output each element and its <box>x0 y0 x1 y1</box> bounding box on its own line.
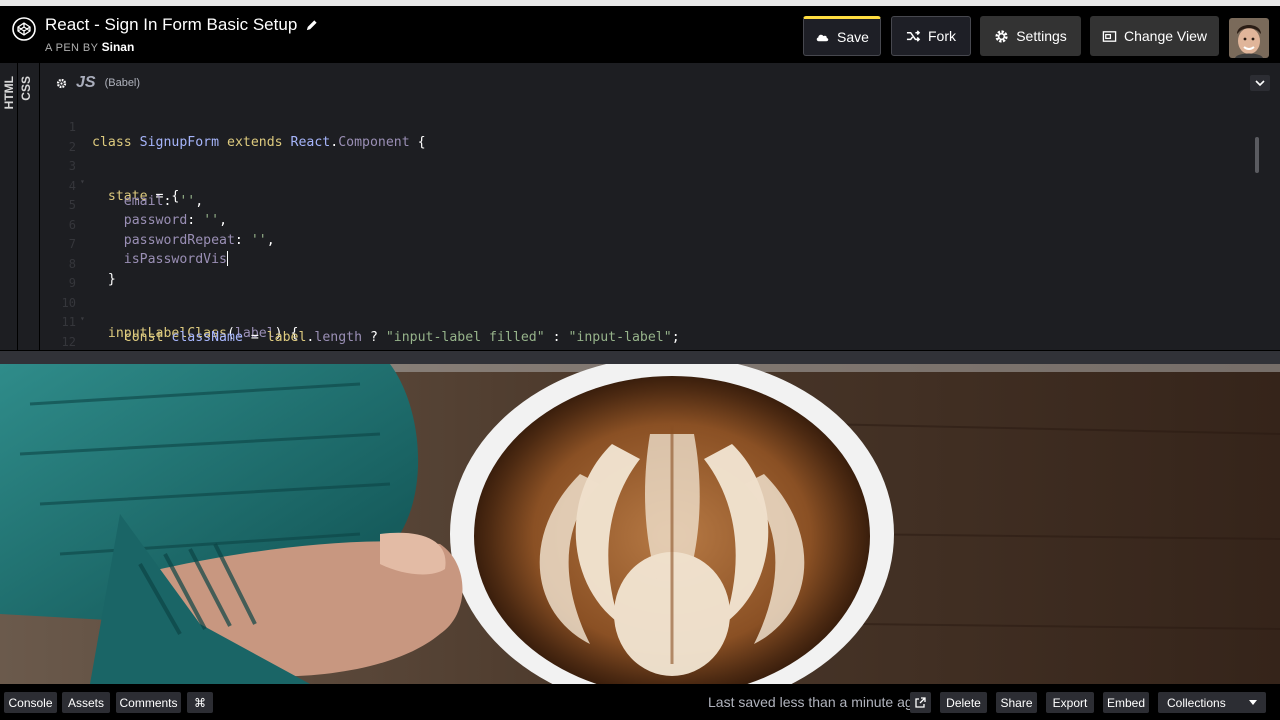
embed-button[interactable]: Embed <box>1103 692 1149 713</box>
code-line: 4 email: '', <box>40 162 1265 209</box>
editor-settings-icon[interactable] <box>56 78 67 89</box>
console-button[interactable]: Console <box>4 692 57 713</box>
tab-js[interactable]: JS (Babel) <box>56 68 236 98</box>
caret-down-icon <box>1249 700 1257 705</box>
codepen-logo-icon[interactable] <box>12 17 36 41</box>
code-line: 8 } <box>40 240 1265 287</box>
cloud-icon <box>816 34 829 41</box>
code-line: 5 password: '', <box>40 181 1265 228</box>
code-line: 6 passwordRepeat: '', <box>40 201 1265 248</box>
fork-icon <box>906 29 921 42</box>
rail-divider <box>17 63 18 356</box>
collections-dropdown[interactable]: Collections <box>1158 692 1266 713</box>
fork-button[interactable]: Fork <box>891 16 971 56</box>
editor-resize-bar[interactable] <box>0 350 1280 364</box>
collections-label: Collections <box>1167 695 1226 710</box>
tab-css[interactable]: CSS <box>19 76 33 101</box>
share-button[interactable]: Share <box>996 692 1037 713</box>
code-line: 2 <box>40 123 1265 154</box>
code-line: 11 const className = label.length ? "inp… <box>40 298 1265 345</box>
code-line: 1 class SignupForm extends React.Compone… <box>40 103 1265 150</box>
pencil-icon[interactable] <box>305 19 318 32</box>
by-label: A PEN BY <box>45 42 99 54</box>
pen-title-text[interactable]: React - Sign In Form Basic Setup <box>45 15 297 35</box>
layout-icon <box>1102 30 1117 42</box>
editor-language: JS <box>76 74 96 91</box>
avatar-image <box>1229 18 1269 58</box>
js-editor: JS (Babel) 1 class SignupForm extends Re… <box>40 63 1280 356</box>
preview-pane[interactable] <box>0 364 1280 684</box>
change-view-label: Change View <box>1123 28 1208 44</box>
open-external-button[interactable] <box>910 692 931 713</box>
keyboard-shortcuts-button[interactable]: ⌘ <box>187 692 213 713</box>
last-saved-status: Last saved less than a minute ago <box>708 694 921 710</box>
editor-scrollbar[interactable] <box>1255 137 1259 173</box>
collapsed-editors-rail: CSS HTML <box>0 63 40 356</box>
latte-art-photo <box>0 364 1280 684</box>
code-line: 7 isPasswordVis <box>40 220 1265 267</box>
gear-icon <box>995 29 1008 43</box>
footer: Console Assets Comments ⌘ Last saved les… <box>0 684 1280 720</box>
chevron-down-icon <box>1255 79 1265 86</box>
avatar[interactable] <box>1229 18 1269 58</box>
editor-header: JS (Babel) <box>40 68 1280 98</box>
code-line: 9 <box>40 259 1265 290</box>
fork-label: Fork <box>928 28 956 44</box>
pen-title[interactable]: React - Sign In Form Basic Setup <box>45 15 318 35</box>
save-label: Save <box>837 29 869 45</box>
code-area[interactable]: 1 class SignupForm extends React.Compone… <box>40 101 1265 353</box>
pen-author: A PEN BY Sinan <box>45 40 134 54</box>
export-button[interactable]: Export <box>1046 692 1094 713</box>
external-link-icon <box>915 697 926 708</box>
code-line: 10 ▾ inputLabelClass(label) { <box>40 279 1265 341</box>
settings-label: Settings <box>1016 28 1067 44</box>
comments-button[interactable]: Comments <box>116 692 181 713</box>
code-line: 3 ▾ state = { <box>40 142 1265 204</box>
code-line: 12 return className; <box>40 318 1265 354</box>
change-view-button[interactable]: Change View <box>1090 16 1219 56</box>
save-button[interactable]: Save <box>803 16 881 56</box>
header: React - Sign In Form Basic Setup A PEN B… <box>0 6 1280 63</box>
editor-collapse-button[interactable] <box>1250 75 1270 91</box>
author-link[interactable]: Sinan <box>102 40 135 54</box>
tab-html[interactable]: HTML <box>2 76 16 109</box>
settings-button[interactable]: Settings <box>980 16 1081 56</box>
delete-button[interactable]: Delete <box>940 692 987 713</box>
assets-button[interactable]: Assets <box>62 692 110 713</box>
editor-preprocessor: (Babel) <box>104 77 141 89</box>
